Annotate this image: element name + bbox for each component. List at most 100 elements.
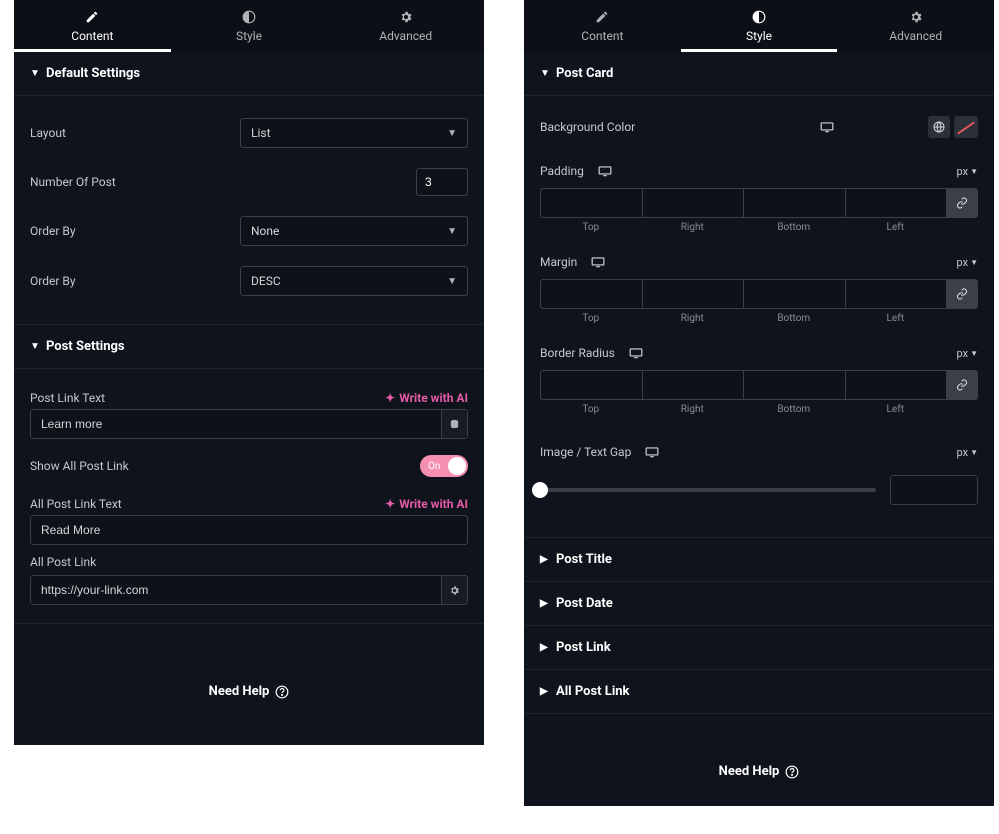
write-with-ai-link[interactable]: ✦ Write with AI — [385, 391, 468, 405]
border-radius-bottom-input[interactable] — [743, 370, 845, 400]
margin-right-input[interactable] — [642, 279, 744, 309]
section-title-post-link: Post Link — [556, 640, 611, 655]
responsive-icon[interactable] — [625, 342, 647, 364]
margin-inputs: Top Right Bottom Left — [540, 279, 978, 324]
number-of-post-input[interactable] — [416, 168, 468, 196]
border-radius-link-values-button[interactable] — [946, 370, 978, 400]
tab-advanced[interactable]: Advanced — [327, 0, 484, 52]
slider-thumb[interactable] — [532, 482, 548, 498]
border-radius-unit: px — [957, 347, 969, 360]
section-title-post-settings: Post Settings — [46, 339, 125, 354]
section-all-post-link[interactable]: ▶ All Post Link — [524, 670, 994, 714]
style-panel: Content Style Advanced ▼ Post Card Backg… — [524, 0, 994, 806]
padding-link-values-button[interactable] — [946, 188, 978, 218]
responsive-icon[interactable] — [594, 160, 616, 182]
layout-select[interactable]: List ▼ — [240, 118, 468, 148]
padding-right-input[interactable] — [642, 188, 744, 218]
margin-unit-select[interactable]: px ▼ — [957, 256, 978, 269]
show-all-post-link-label: Show All Post Link — [30, 459, 420, 473]
responsive-icon[interactable] — [587, 251, 609, 273]
image-text-gap-slider[interactable] — [540, 488, 876, 492]
post-link-text-input — [30, 409, 468, 439]
padding-top-input[interactable] — [540, 188, 642, 218]
padding-left-input[interactable] — [845, 188, 947, 218]
section-post-date[interactable]: ▶ Post Date — [524, 582, 994, 626]
margin-label: Margin — [540, 255, 577, 269]
responsive-icon[interactable] — [641, 441, 663, 463]
ai-label-2: Write with AI — [399, 497, 468, 511]
order-by-row-1: Order By None ▼ — [30, 206, 468, 256]
section-title-default-settings: Default Settings — [46, 66, 140, 81]
sparkle-icon: ✦ — [385, 391, 395, 405]
border-radius-label: Border Radius — [540, 346, 615, 360]
tab-advanced-label-right: Advanced — [889, 29, 942, 43]
background-color-label: Background Color — [540, 120, 816, 134]
panel-tabs: Content Style Advanced — [14, 0, 484, 52]
section-post-link[interactable]: ▶ Post Link — [524, 626, 994, 670]
dynamic-tags-button[interactable] — [441, 410, 467, 438]
database-icon — [449, 419, 460, 430]
padding-unit-select[interactable]: px ▼ — [957, 165, 978, 178]
padding-bottom-input[interactable] — [743, 188, 845, 218]
content-panel: Content Style Advanced ▼ Default Setting… — [14, 0, 484, 745]
padding-inputs: Top Right Bottom Left — [540, 188, 978, 233]
all-post-link-input — [30, 575, 468, 605]
order-by-value-1: None — [251, 224, 279, 238]
need-help-link-right[interactable]: Need Help — [524, 714, 994, 779]
all-post-link-text-label: All Post Link Text — [30, 497, 385, 511]
link-icon — [956, 288, 968, 300]
border-radius-field: Border Radius px ▼ Top Right Bottom Left — [540, 334, 978, 415]
section-post-card[interactable]: ▼ Post Card — [524, 52, 994, 96]
all-post-link-field[interactable] — [31, 576, 441, 604]
padding-right-label: Right — [642, 218, 744, 233]
section-post-settings[interactable]: ▼ Post Settings — [14, 325, 484, 369]
margin-link-values-button[interactable] — [946, 279, 978, 309]
caret-down-icon: ▼ — [30, 68, 40, 79]
link-options-button[interactable] — [441, 576, 467, 604]
border-radius-top-input[interactable] — [540, 370, 642, 400]
order-by-label-2: Order By — [30, 274, 240, 288]
all-post-link-text-field[interactable] — [31, 516, 467, 544]
margin-bottom-input[interactable] — [743, 279, 845, 309]
margin-top-input[interactable] — [540, 279, 642, 309]
margin-left-input[interactable] — [845, 279, 947, 309]
order-by-select-2[interactable]: DESC ▼ — [240, 266, 468, 296]
tab-style-right[interactable]: Style — [681, 0, 838, 52]
border-radius-unit-select[interactable]: px ▼ — [957, 347, 978, 360]
tab-content-right[interactable]: Content — [524, 0, 681, 52]
caret-right-icon: ▶ — [540, 686, 550, 697]
help-label-right: Need Help — [719, 764, 780, 779]
border-radius-left-input[interactable] — [845, 370, 947, 400]
help-label: Need Help — [209, 684, 270, 699]
number-of-post-row: Number Of Post — [30, 158, 468, 206]
tab-content[interactable]: Content — [14, 0, 171, 52]
globe-icon[interactable] — [928, 116, 950, 138]
responsive-icon[interactable] — [816, 116, 838, 138]
image-text-gap-value-input[interactable] — [890, 475, 978, 505]
padding-left-label: Left — [845, 218, 947, 233]
order-by-value-2: DESC — [251, 274, 281, 288]
ai-label: Write with AI — [399, 391, 468, 405]
need-help-link[interactable]: Need Help — [14, 624, 484, 699]
color-picker-button[interactable] — [954, 116, 978, 138]
image-text-gap-unit-select[interactable]: px ▼ — [957, 446, 978, 459]
post-link-text-field[interactable] — [31, 410, 441, 438]
tab-style[interactable]: Style — [171, 0, 328, 52]
order-by-label-1: Order By — [30, 224, 240, 238]
all-post-link-text-input — [30, 515, 468, 545]
tab-advanced-right[interactable]: Advanced — [837, 0, 994, 52]
write-with-ai-link-2[interactable]: ✦ Write with AI — [385, 497, 468, 511]
border-radius-right-input[interactable] — [642, 370, 744, 400]
help-icon — [785, 765, 799, 779]
padding-label: Padding — [540, 164, 584, 178]
section-title-all-post-link: All Post Link — [556, 684, 630, 699]
chevron-down-icon: ▼ — [970, 258, 978, 267]
padding-top-label: Top — [540, 218, 642, 233]
default-settings-body: Layout List ▼ Number Of Post Order By No… — [14, 96, 484, 325]
show-all-post-link-toggle[interactable]: On — [420, 455, 468, 477]
section-post-title[interactable]: ▶ Post Title — [524, 538, 994, 582]
caret-right-icon: ▶ — [540, 554, 550, 565]
all-post-link-label: All Post Link — [30, 545, 468, 575]
order-by-select-1[interactable]: None ▼ — [240, 216, 468, 246]
section-default-settings[interactable]: ▼ Default Settings — [14, 52, 484, 96]
